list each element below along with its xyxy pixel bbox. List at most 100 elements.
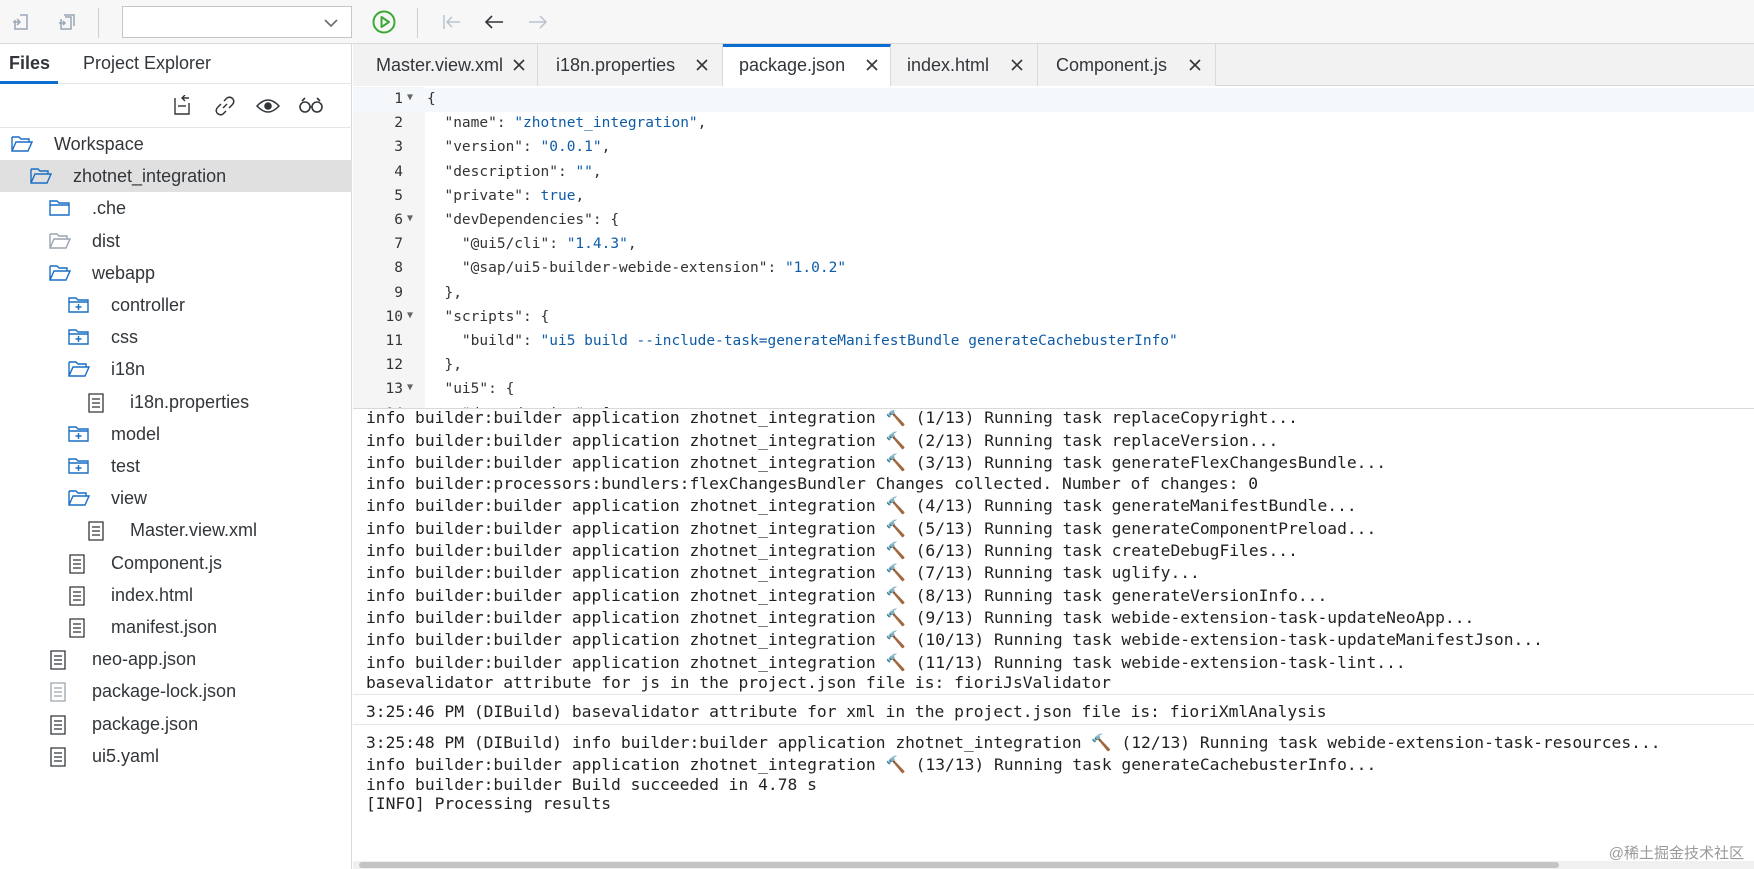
fold-toggle-icon[interactable]: ▼	[407, 310, 413, 321]
close-icon[interactable]	[512, 58, 526, 72]
tree-item-label: Component.js	[111, 552, 223, 573]
tree-item[interactable]: test	[0, 450, 352, 482]
tree-item[interactable]: .che	[0, 192, 352, 224]
save-icon[interactable]	[10, 10, 34, 34]
tab-index-html[interactable]: index.html	[891, 44, 1038, 86]
tab-component-js[interactable]: Component.js	[1038, 44, 1216, 86]
tree-item[interactable]: i18n.properties	[0, 386, 352, 418]
chevron-down-icon[interactable]	[323, 15, 339, 36]
tree-item[interactable]: css	[0, 321, 352, 353]
console-line: info builder:builder application zhotnet…	[366, 563, 1200, 582]
tree-item[interactable]: controller	[0, 289, 352, 321]
console-line: info builder:builder application zhotnet…	[366, 630, 1543, 649]
close-icon[interactable]	[865, 58, 879, 72]
tree-item[interactable]: view	[0, 482, 352, 514]
folder-open-icon	[68, 489, 91, 507]
tree-item-label: dist	[92, 230, 121, 251]
code-text: "ui5": {	[444, 381, 515, 398]
console-line: info builder:builder application zhotnet…	[366, 585, 1328, 605]
line-number: 5	[394, 187, 403, 204]
folder-open-icon	[68, 360, 91, 378]
code-line[interactable]: 14 "dependencies": [	[353, 403, 1754, 408]
fold-toggle-icon[interactable]: ▼	[407, 92, 413, 103]
line-number: 9	[394, 284, 403, 301]
code-line[interactable]: 6 ▼ "devDependencies": {	[353, 209, 1754, 233]
console-output[interactable]: @稀土掘金技术社区 info builder:builder applicati…	[353, 410, 1754, 869]
folder-plus-icon	[68, 296, 90, 314]
close-icon[interactable]	[1010, 58, 1024, 72]
tree-item[interactable]: package.json	[0, 708, 352, 740]
tree-item[interactable]: i18n	[0, 353, 352, 385]
tree-item[interactable]: neo-app.json	[0, 643, 352, 675]
code-line[interactable]: 3 "version": "0.0.1",	[353, 136, 1754, 160]
navigate-forward-icon[interactable]	[526, 10, 550, 34]
console-line: info builder:builder application zhotnet…	[366, 652, 1406, 672]
tree-item[interactable]: dist	[0, 225, 352, 257]
tree-item[interactable]: Component.js	[0, 547, 352, 579]
code-editor[interactable]: 1 ▼{2 "name": "zhotnet_integration", 3 "ve…	[353, 87, 1754, 409]
show-hidden-icon[interactable]	[255, 93, 281, 119]
run-configuration-select[interactable]	[122, 6, 352, 38]
line-number: 6	[394, 212, 403, 228]
search-icon[interactable]	[298, 93, 324, 119]
code-text: "name": "zhotnet_integration",	[444, 115, 707, 132]
code-line[interactable]: 10 ▼ "scripts": {	[353, 306, 1754, 330]
tree-item[interactable]: Workspace	[0, 128, 352, 160]
code-line[interactable]: 2 "name": "zhotnet_integration",	[353, 112, 1754, 136]
navigate-first-icon[interactable]	[440, 10, 464, 34]
line-number: 13	[385, 381, 403, 398]
code-line[interactable]: 13 ▼ "ui5": {	[353, 378, 1754, 402]
code-text: "description": "",	[444, 163, 602, 180]
horizontal-scrollbar[interactable]	[353, 861, 1754, 869]
file-icon	[49, 747, 71, 767]
console-line: info builder:processors:bundlers:flexCha…	[366, 474, 1258, 493]
line-number: 8	[394, 260, 403, 277]
link-editor-icon[interactable]	[212, 93, 238, 119]
save-all-icon[interactable]	[54, 10, 78, 34]
tab-label: Master.view.xml	[376, 55, 504, 75]
tab-i18n-properties[interactable]: i18n.properties	[538, 44, 723, 86]
tree-item[interactable]: manifest.json	[0, 611, 352, 643]
tree-item[interactable]: zhotnet_integration	[0, 160, 352, 193]
close-icon[interactable]	[695, 58, 709, 72]
tab-files[interactable]: Files	[9, 53, 50, 74]
tab-master-view-xml[interactable]: Master.view.xml	[353, 44, 538, 86]
code-line[interactable]: 5 "private": true,	[353, 185, 1754, 209]
tab-project-explorer[interactable]: Project Explorer	[83, 53, 211, 74]
line-number: 10	[385, 308, 403, 325]
code-line[interactable]: 9 },	[353, 282, 1754, 306]
code-line[interactable]: 4 "description": "",	[353, 161, 1754, 185]
console-line: basevalidator attribute for js in the pr…	[366, 672, 1111, 692]
console-line: info builder:builder application zhotnet…	[366, 608, 1475, 627]
code-line[interactable]: 1 ▼ {	[353, 88, 1754, 112]
code-line[interactable]: 7 "@ui5/cli": "1.4.3",	[353, 233, 1754, 257]
tree-item-label: i18n	[111, 359, 146, 380]
line-number: 3	[394, 139, 403, 156]
tab-package-json[interactable]: package.json	[723, 44, 891, 86]
tree-item[interactable]: package-lock.json	[0, 675, 352, 707]
toolbar-separator	[98, 8, 99, 38]
tree-item-label: controller	[111, 295, 186, 315]
tree-item[interactable]: webapp	[0, 257, 352, 289]
code-text: },	[427, 284, 462, 301]
tree-item[interactable]: ui5.yaml	[0, 740, 352, 772]
navigate-back-icon[interactable]	[482, 10, 506, 34]
close-icon[interactable]	[1188, 58, 1202, 72]
tree-item-label: index.html	[111, 584, 194, 605]
tree-item-label: webapp	[92, 262, 156, 283]
run-icon[interactable]	[372, 10, 396, 34]
tree-item[interactable]: index.html	[0, 579, 352, 611]
code-line[interactable]: 12 },	[353, 354, 1754, 378]
fold-toggle-icon[interactable]: ▼	[407, 382, 413, 393]
collapse-all-icon[interactable]	[169, 93, 195, 119]
scrollbar-thumb[interactable]	[359, 862, 1559, 868]
fold-toggle-icon[interactable]: ▼	[407, 213, 413, 224]
code-line[interactable]: 11 "build": "ui5 build --include-task=ge…	[353, 330, 1754, 354]
tree-item[interactable]: Master.view.xml	[0, 514, 352, 546]
code-line[interactable]: 8 "@sap/ui5-builder-webide-extension": "…	[353, 257, 1754, 281]
file-icon	[49, 714, 71, 735]
file-icon	[68, 553, 90, 574]
panel-tabs: Files Project Explorer	[0, 44, 352, 84]
line-number: 1	[394, 91, 403, 107]
tree-item[interactable]: model	[0, 418, 352, 450]
